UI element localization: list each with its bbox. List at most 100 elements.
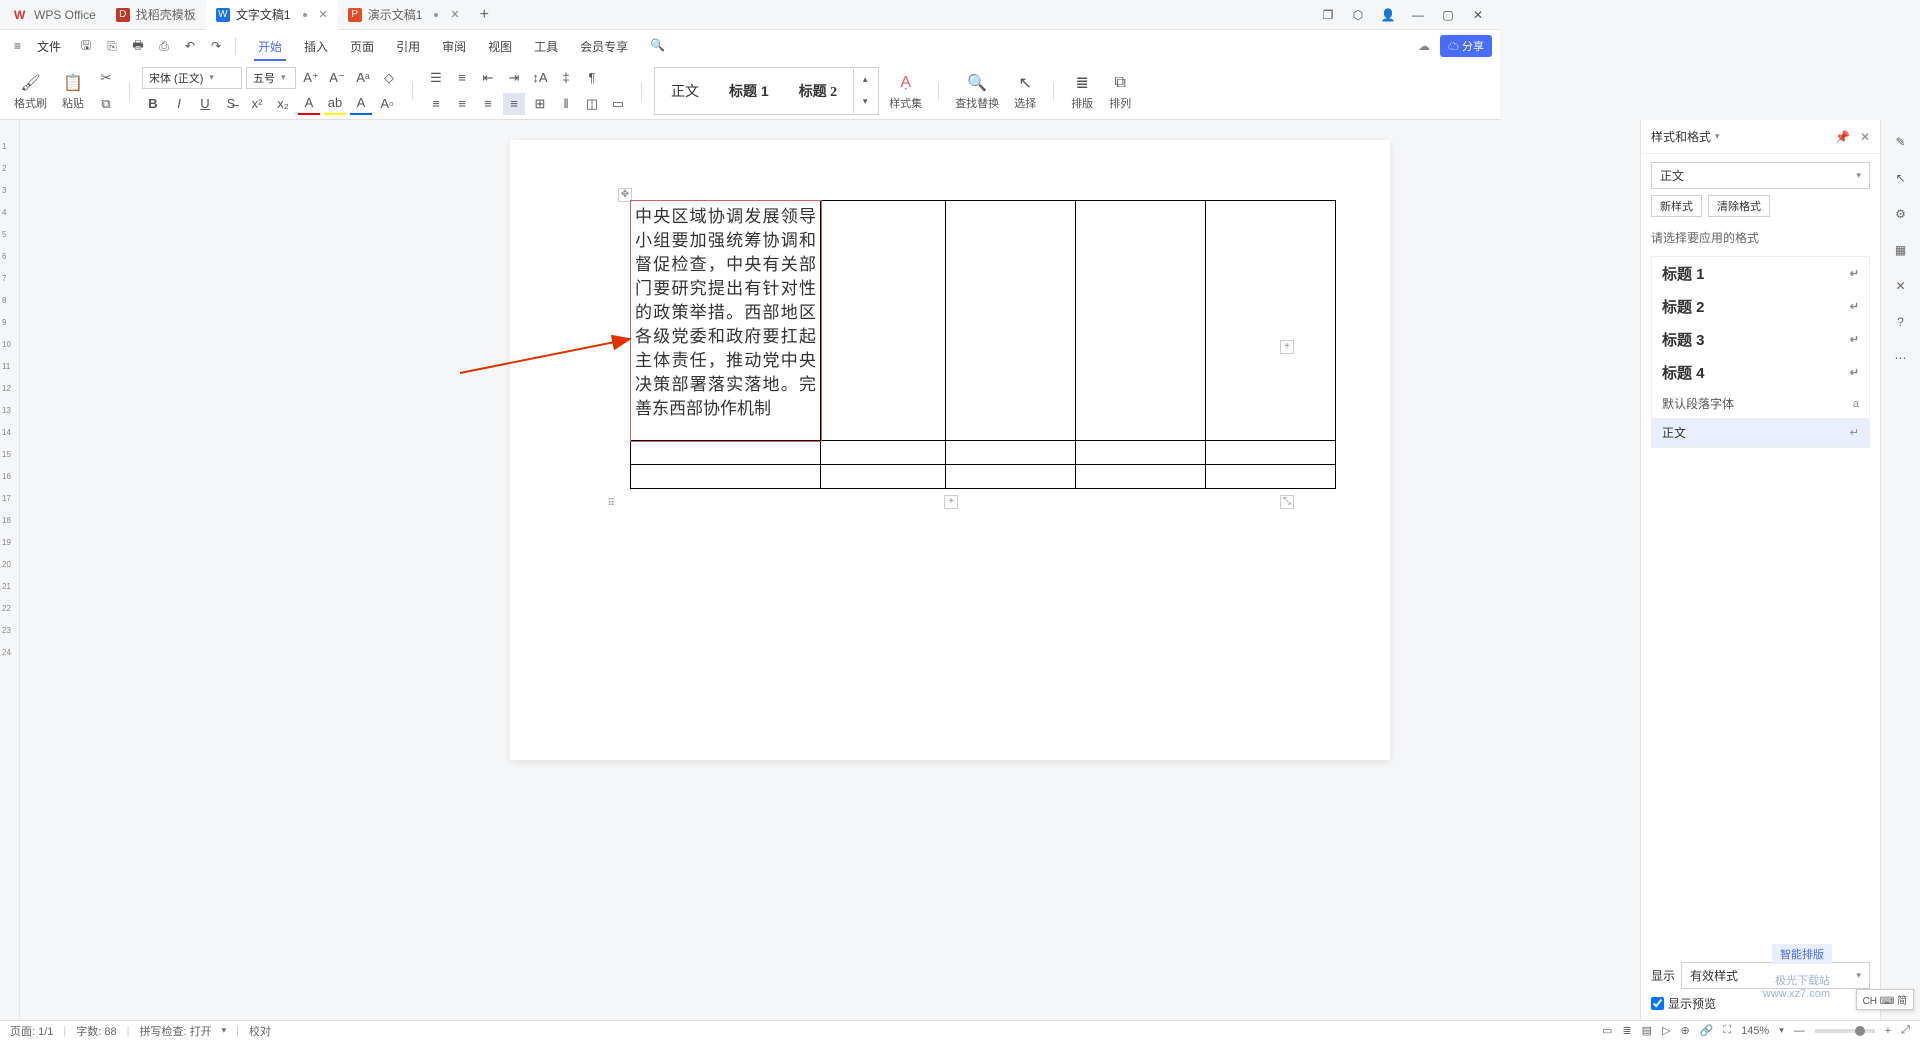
table-cell-text[interactable]: 中央区域协调发展领导小组要加强统筹协调和督促检查，中央有关部门要研究提出有针对性…: [631, 201, 821, 441]
highlight-icon[interactable]: ab: [324, 93, 346, 115]
document-table[interactable]: 中央区域协调发展领导小组要加强统筹协调和督促检查，中央有关部门要研究提出有针对性…: [630, 200, 1336, 489]
pin-icon[interactable]: 📌: [1835, 130, 1850, 144]
subscript-icon[interactable]: x₂: [272, 93, 294, 115]
layout-button[interactable]: ≣排版: [1066, 69, 1098, 113]
shading-icon[interactable]: A▫: [376, 93, 398, 115]
proof-status[interactable]: 校对: [249, 1023, 271, 1039]
account-icon[interactable]: 👤: [1380, 8, 1396, 22]
reading-view-icon[interactable]: ▷: [1662, 1024, 1670, 1037]
smart-layout-badge[interactable]: 智能排版: [1772, 944, 1832, 964]
gallery-tool-icon[interactable]: ▦: [1891, 240, 1911, 260]
export-icon[interactable]: ⎘: [103, 37, 121, 55]
zoom-level[interactable]: 145%: [1741, 1025, 1769, 1037]
style-item-h2[interactable]: 标题 2↵: [1652, 290, 1869, 323]
close-icon[interactable]: ✕: [450, 8, 459, 21]
tab-presentation[interactable]: P 演示文稿1 ✕: [338, 0, 470, 30]
table-cell[interactable]: [631, 465, 821, 489]
share-button[interactable]: ☁ 分享: [1440, 35, 1492, 57]
font-size-combo[interactable]: 五号▾: [246, 67, 296, 89]
table-cell[interactable]: [946, 201, 1076, 441]
style-normal[interactable]: 正文: [657, 77, 713, 105]
window-multi-icon[interactable]: ❐: [1320, 8, 1336, 22]
row-handle-icon[interactable]: ⠿: [604, 498, 618, 512]
undo-icon[interactable]: ↶: [181, 37, 199, 55]
style-item-h3[interactable]: 标题 3↵: [1652, 323, 1869, 356]
tab-stops-icon[interactable]: ‖: [555, 93, 577, 115]
text-effect-icon[interactable]: A: [350, 93, 372, 115]
superscript-icon[interactable]: x²: [246, 93, 268, 115]
preview-checkbox[interactable]: 显示预览: [1651, 995, 1870, 1012]
print-icon[interactable]: 🖶: [129, 37, 147, 55]
show-marks-icon[interactable]: ¶: [581, 67, 603, 89]
table-cell[interactable]: [821, 465, 946, 489]
print-preview-icon[interactable]: ⎙: [155, 37, 173, 55]
clear-format-button[interactable]: 清除格式: [1708, 195, 1770, 217]
fit-icon[interactable]: ⤢: [1901, 1024, 1910, 1037]
border-icon[interactable]: ▭: [607, 93, 629, 115]
number-list-icon[interactable]: ≡: [451, 67, 473, 89]
table-cell[interactable]: [631, 441, 821, 465]
style-up-icon[interactable]: ▴: [854, 69, 876, 91]
spell-check-status[interactable]: 拼写检查: 打开: [139, 1023, 211, 1039]
increase-indent-icon[interactable]: ⇥: [503, 67, 525, 89]
table-resize-handle[interactable]: ⤡: [1280, 495, 1294, 509]
font-color-icon[interactable]: A: [298, 93, 320, 115]
decrease-font-icon[interactable]: A⁻: [326, 67, 348, 89]
minimize-icon[interactable]: —: [1410, 8, 1426, 22]
table-cell[interactable]: [821, 201, 946, 441]
new-style-button[interactable]: 新样式: [1651, 195, 1702, 217]
save-icon[interactable]: 🖫: [77, 37, 95, 55]
close-icon[interactable]: ✕: [319, 8, 328, 21]
table-cell[interactable]: [1076, 441, 1206, 465]
format-painter-button[interactable]: 🖌格式刷: [10, 69, 51, 113]
italic-icon[interactable]: I: [168, 93, 190, 115]
new-tab-button[interactable]: +: [470, 6, 499, 24]
distribute-icon[interactable]: ⊞: [529, 93, 551, 115]
align-left-icon[interactable]: ≡: [425, 93, 447, 115]
clear-format-icon[interactable]: ◇: [378, 67, 400, 89]
help-icon[interactable]: ?: [1891, 312, 1911, 332]
zoom-in-icon[interactable]: +: [1885, 1025, 1891, 1037]
table-cell[interactable]: [1206, 441, 1336, 465]
hamburger-icon[interactable]: ≡: [8, 35, 27, 57]
table-cell[interactable]: [946, 465, 1076, 489]
tab-word-doc[interactable]: W 文字文稿1 ✕: [206, 0, 338, 30]
tab-templates[interactable]: D 找稻壳模板: [106, 0, 206, 30]
table-cell[interactable]: [1076, 201, 1206, 441]
zoom-out-icon[interactable]: —: [1794, 1025, 1805, 1037]
bullet-list-icon[interactable]: ☰: [425, 67, 447, 89]
fullscreen-icon[interactable]: ⛶: [1723, 1024, 1731, 1037]
bold-icon[interactable]: B: [142, 93, 164, 115]
table-cell[interactable]: [1206, 201, 1336, 441]
copy-icon[interactable]: ⧉: [95, 93, 117, 115]
row-add-handle[interactable]: +: [944, 495, 958, 509]
cube-icon[interactable]: ⬡: [1350, 8, 1366, 22]
menu-start[interactable]: 开始: [254, 32, 286, 61]
view-print-icon[interactable]: ▭: [1602, 1024, 1612, 1037]
ime-indicator[interactable]: CH ⌨ 简: [1856, 989, 1914, 1010]
focus-icon[interactable]: ⊕: [1680, 1024, 1689, 1037]
table-cell[interactable]: [946, 441, 1076, 465]
table-row[interactable]: [631, 465, 1336, 489]
zoom-slider[interactable]: [1815, 1029, 1875, 1033]
style-down-icon[interactable]: ▾: [854, 91, 876, 113]
style-item-h4[interactable]: 标题 4↵: [1652, 356, 1869, 389]
table-row[interactable]: [631, 441, 1336, 465]
paste-button[interactable]: 📋粘贴: [57, 69, 89, 113]
table-cell[interactable]: [1206, 465, 1336, 489]
vertical-ruler[interactable]: 123456789101112131415161718192021222324: [0, 120, 20, 1020]
view-web-icon[interactable]: ▤: [1642, 1024, 1652, 1037]
font-family-combo[interactable]: 宋体 (正文)▾: [142, 67, 242, 89]
style-item-normal[interactable]: 正文↵: [1652, 418, 1869, 447]
line-spacing-icon[interactable]: ‡: [555, 67, 577, 89]
style-heading1[interactable]: 标题 1: [715, 77, 783, 105]
select-button[interactable]: ↖选择: [1009, 69, 1041, 113]
document-canvas[interactable]: ✥ 中央区域协调发展领导小组要加强统筹协调和督促检查，中央有关部门要研究提出有针…: [20, 120, 1880, 1020]
decrease-indent-icon[interactable]: ⇤: [477, 67, 499, 89]
align-center-icon[interactable]: ≡: [451, 93, 473, 115]
chevron-down-icon[interactable]: ▾: [1715, 131, 1720, 142]
style-gallery-button[interactable]: Ạ样式集: [885, 69, 926, 113]
align-justify-icon[interactable]: ≡: [503, 93, 525, 115]
align-right-icon[interactable]: ≡: [477, 93, 499, 115]
edit-tool-icon[interactable]: ✎: [1891, 132, 1911, 152]
